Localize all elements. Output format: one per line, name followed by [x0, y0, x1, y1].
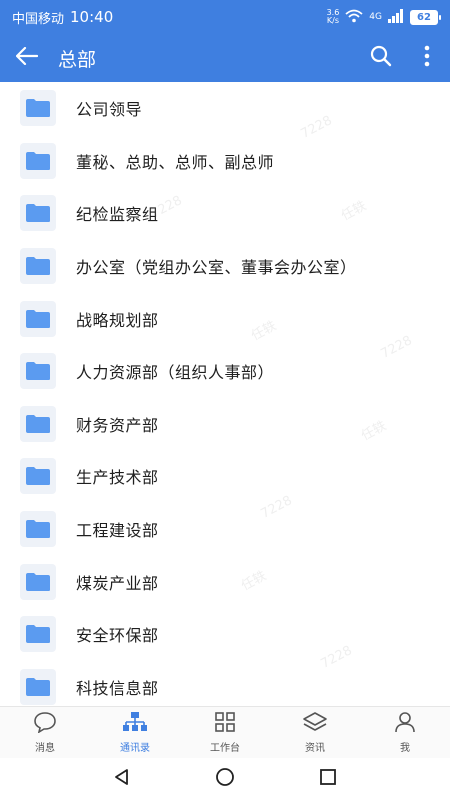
department-name: 生产技术部: [76, 468, 159, 488]
list-item[interactable]: 董秘、总助、总师、副总师: [0, 135, 450, 188]
list-item[interactable]: 安全环保部: [0, 608, 450, 661]
list-item[interactable]: 煤炭产业部: [0, 555, 450, 608]
list-item[interactable]: 公司领导: [0, 82, 450, 135]
tab-label: 通讯录: [120, 743, 150, 754]
department-name: 公司领导: [76, 100, 143, 120]
tab-label: 我: [400, 743, 410, 754]
folder-icon: [20, 142, 56, 179]
folder-icon: [20, 616, 56, 653]
list-item[interactable]: 战略规划部: [0, 292, 450, 345]
folder-icon: [20, 248, 56, 285]
signal-icon: [388, 8, 404, 26]
wifi-icon: [345, 9, 363, 26]
tab-label: 工作台: [210, 743, 240, 754]
folder-icon: [20, 511, 56, 548]
tab-messages[interactable]: 消息: [0, 707, 90, 758]
system-nav-bar: [0, 758, 450, 800]
department-name: 人力资源部（组织人事部）: [76, 363, 275, 383]
folder-icon: [20, 563, 56, 600]
department-name: 工程建设部: [76, 521, 159, 541]
nav-home-button[interactable]: [205, 759, 245, 799]
list-item[interactable]: 人力资源部（组织人事部）: [0, 345, 450, 398]
circle-home-icon: [215, 767, 235, 791]
tab-news[interactable]: 资讯: [270, 707, 360, 758]
tab-workbench[interactable]: 工作台: [180, 707, 270, 758]
more-button[interactable]: [404, 34, 450, 82]
more-vertical-icon: [424, 45, 430, 71]
list-item[interactable]: 财务资产部: [0, 398, 450, 451]
folder-icon: [20, 90, 56, 127]
folder-icon: [20, 195, 56, 232]
back-button[interactable]: [0, 34, 54, 82]
page-title: 总部: [58, 48, 97, 71]
department-name: 纪检监察组: [76, 205, 159, 225]
folder-icon: [20, 405, 56, 442]
carrier-name: 中国移动: [12, 11, 65, 27]
department-name: 科技信息部: [76, 678, 159, 698]
triangle-back-icon: [113, 768, 131, 790]
tab-label: 消息: [35, 743, 55, 754]
network-type: 4G: [369, 12, 382, 22]
person-icon: [394, 711, 416, 737]
department-name: 安全环保部: [76, 626, 159, 646]
bottom-tab-bar: 消息 通讯录 工作台 资讯 我: [0, 706, 450, 758]
org-chart-icon: [122, 711, 148, 737]
list-item[interactable]: 生产技术部: [0, 450, 450, 503]
square-recents-icon: [319, 768, 337, 790]
folder-icon: [20, 353, 56, 390]
list-item[interactable]: 办公室（党组办公室、董事会办公室）: [0, 240, 450, 293]
tab-contacts[interactable]: 通讯录: [90, 707, 180, 758]
battery-indicator: 62: [410, 9, 441, 25]
department-name: 办公室（党组办公室、董事会办公室）: [76, 258, 357, 278]
folder-icon: [20, 668, 56, 705]
search-button[interactable]: [358, 34, 404, 82]
tab-me[interactable]: 我: [360, 707, 450, 758]
status-icons: 3.6 K/s 4G 62: [326, 8, 441, 26]
list-item[interactable]: 工程建设部: [0, 503, 450, 556]
app-bar: 总部: [0, 34, 450, 82]
chat-bubble-icon: [33, 711, 57, 737]
department-name: 战略规划部: [76, 310, 159, 330]
department-list: 公司领导 董秘、总助、总师、副总师 纪检监察组 办公室（党组办公室、董事会办公室…: [0, 82, 450, 706]
nav-back-button[interactable]: [102, 759, 142, 799]
department-name: 煤炭产业部: [76, 573, 159, 593]
tab-label: 资讯: [305, 743, 325, 754]
department-name: 董秘、总助、总师、副总师: [76, 152, 275, 172]
folder-icon: [20, 458, 56, 495]
status-bar: 中国移动 10:40 3.6 K/s 4G 62: [0, 0, 450, 34]
grid-icon: [214, 711, 236, 737]
nav-recents-button[interactable]: [308, 759, 348, 799]
folder-icon: [20, 300, 56, 337]
status-time: 10:40: [70, 8, 114, 26]
list-item[interactable]: 纪检监察组: [0, 187, 450, 240]
layers-icon: [302, 711, 328, 737]
list-item[interactable]: 科技信息部: [0, 661, 450, 706]
search-icon: [370, 45, 392, 71]
arrow-left-icon: [15, 46, 39, 69]
department-name: 财务资产部: [76, 415, 159, 435]
net-speed: 3.6 K/s: [326, 8, 340, 25]
